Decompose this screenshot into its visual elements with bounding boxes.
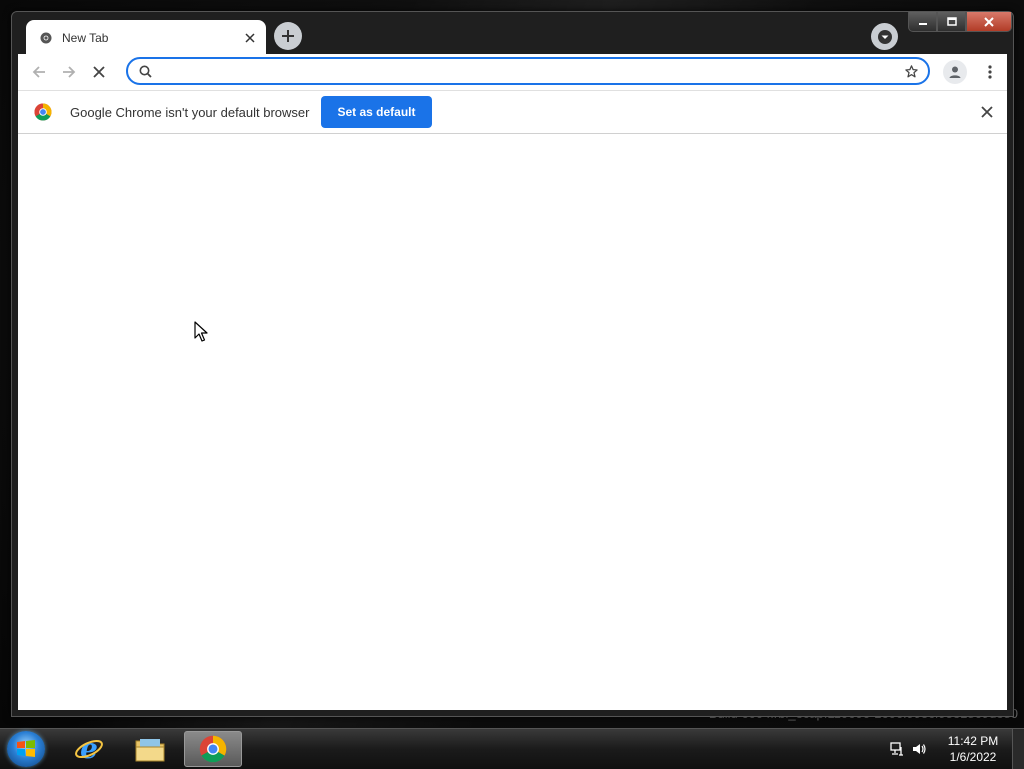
search-icon [138, 64, 152, 78]
page-content[interactable] [18, 134, 1007, 710]
network-icon[interactable] [886, 738, 908, 760]
start-button[interactable] [7, 731, 45, 767]
profile-button[interactable] [943, 60, 967, 84]
arrow-left-icon [32, 66, 45, 78]
infobar-close-button[interactable] [979, 104, 995, 120]
window-controls [908, 12, 1012, 32]
windows-logo-icon [17, 740, 35, 757]
close-icon [984, 16, 994, 27]
chrome-window: New Tab Google Chrome isn't your default… [11, 11, 1014, 717]
minimize-icon [918, 22, 927, 25]
new-tab-button[interactable] [274, 22, 302, 50]
clock-date: 1/6/2022 [949, 750, 997, 764]
infobar-message: Google Chrome isn't your default browser [70, 104, 310, 120]
close-icon [981, 106, 993, 118]
ie-icon: e [75, 734, 103, 764]
taskbar-item-internet-explorer[interactable]: e [60, 731, 118, 767]
maximize-button[interactable] [937, 12, 966, 32]
person-icon [949, 66, 961, 78]
toolbar [18, 54, 1007, 90]
show-desktop-button[interactable] [1012, 729, 1024, 769]
taskbar: e 11:42 PM 1/6/2022 [0, 728, 1024, 769]
forward-button[interactable] [54, 57, 84, 87]
menu-button[interactable] [978, 60, 1002, 84]
star-icon [904, 64, 918, 77]
stop-button[interactable] [84, 57, 114, 87]
back-button[interactable] [24, 57, 54, 87]
clock-time: 11:42 PM [947, 734, 999, 748]
plus-icon [282, 30, 294, 42]
volume-icon[interactable] [908, 738, 930, 760]
maximize-icon [946, 17, 957, 26]
title-bar[interactable]: New Tab [12, 12, 1013, 56]
system-tray [886, 729, 930, 769]
chrome-logo-icon [34, 103, 52, 121]
chrome-icon [199, 735, 227, 763]
taskbar-item-google-chrome[interactable] [184, 731, 242, 767]
chrome-favicon-icon [40, 32, 52, 44]
default-browser-infobar: Google Chrome isn't your default browser… [18, 90, 1007, 134]
omnibox[interactable] [126, 57, 930, 85]
address-input[interactable] [158, 60, 902, 82]
tab-new-tab[interactable]: New Tab [26, 20, 266, 56]
more-vert-icon [988, 65, 992, 79]
tab-title: New Tab [62, 31, 109, 45]
close-window-button[interactable] [966, 12, 1012, 32]
bookmark-star-button[interactable] [902, 62, 920, 80]
set-as-default-button[interactable]: Set as default [321, 96, 432, 128]
tab-search-button[interactable] [871, 23, 898, 50]
minimize-button[interactable] [908, 12, 937, 32]
close-icon[interactable] [242, 30, 258, 46]
svg-text:e: e [80, 734, 98, 764]
taskbar-item-windows-explorer[interactable] [121, 731, 179, 767]
mouse-cursor-icon [194, 321, 208, 342]
clock[interactable]: 11:42 PM 1/6/2022 [938, 733, 1008, 765]
chevron-down-icon [877, 29, 892, 44]
arrow-right-icon [63, 66, 76, 78]
close-icon [93, 66, 105, 78]
folder-icon [135, 739, 165, 762]
